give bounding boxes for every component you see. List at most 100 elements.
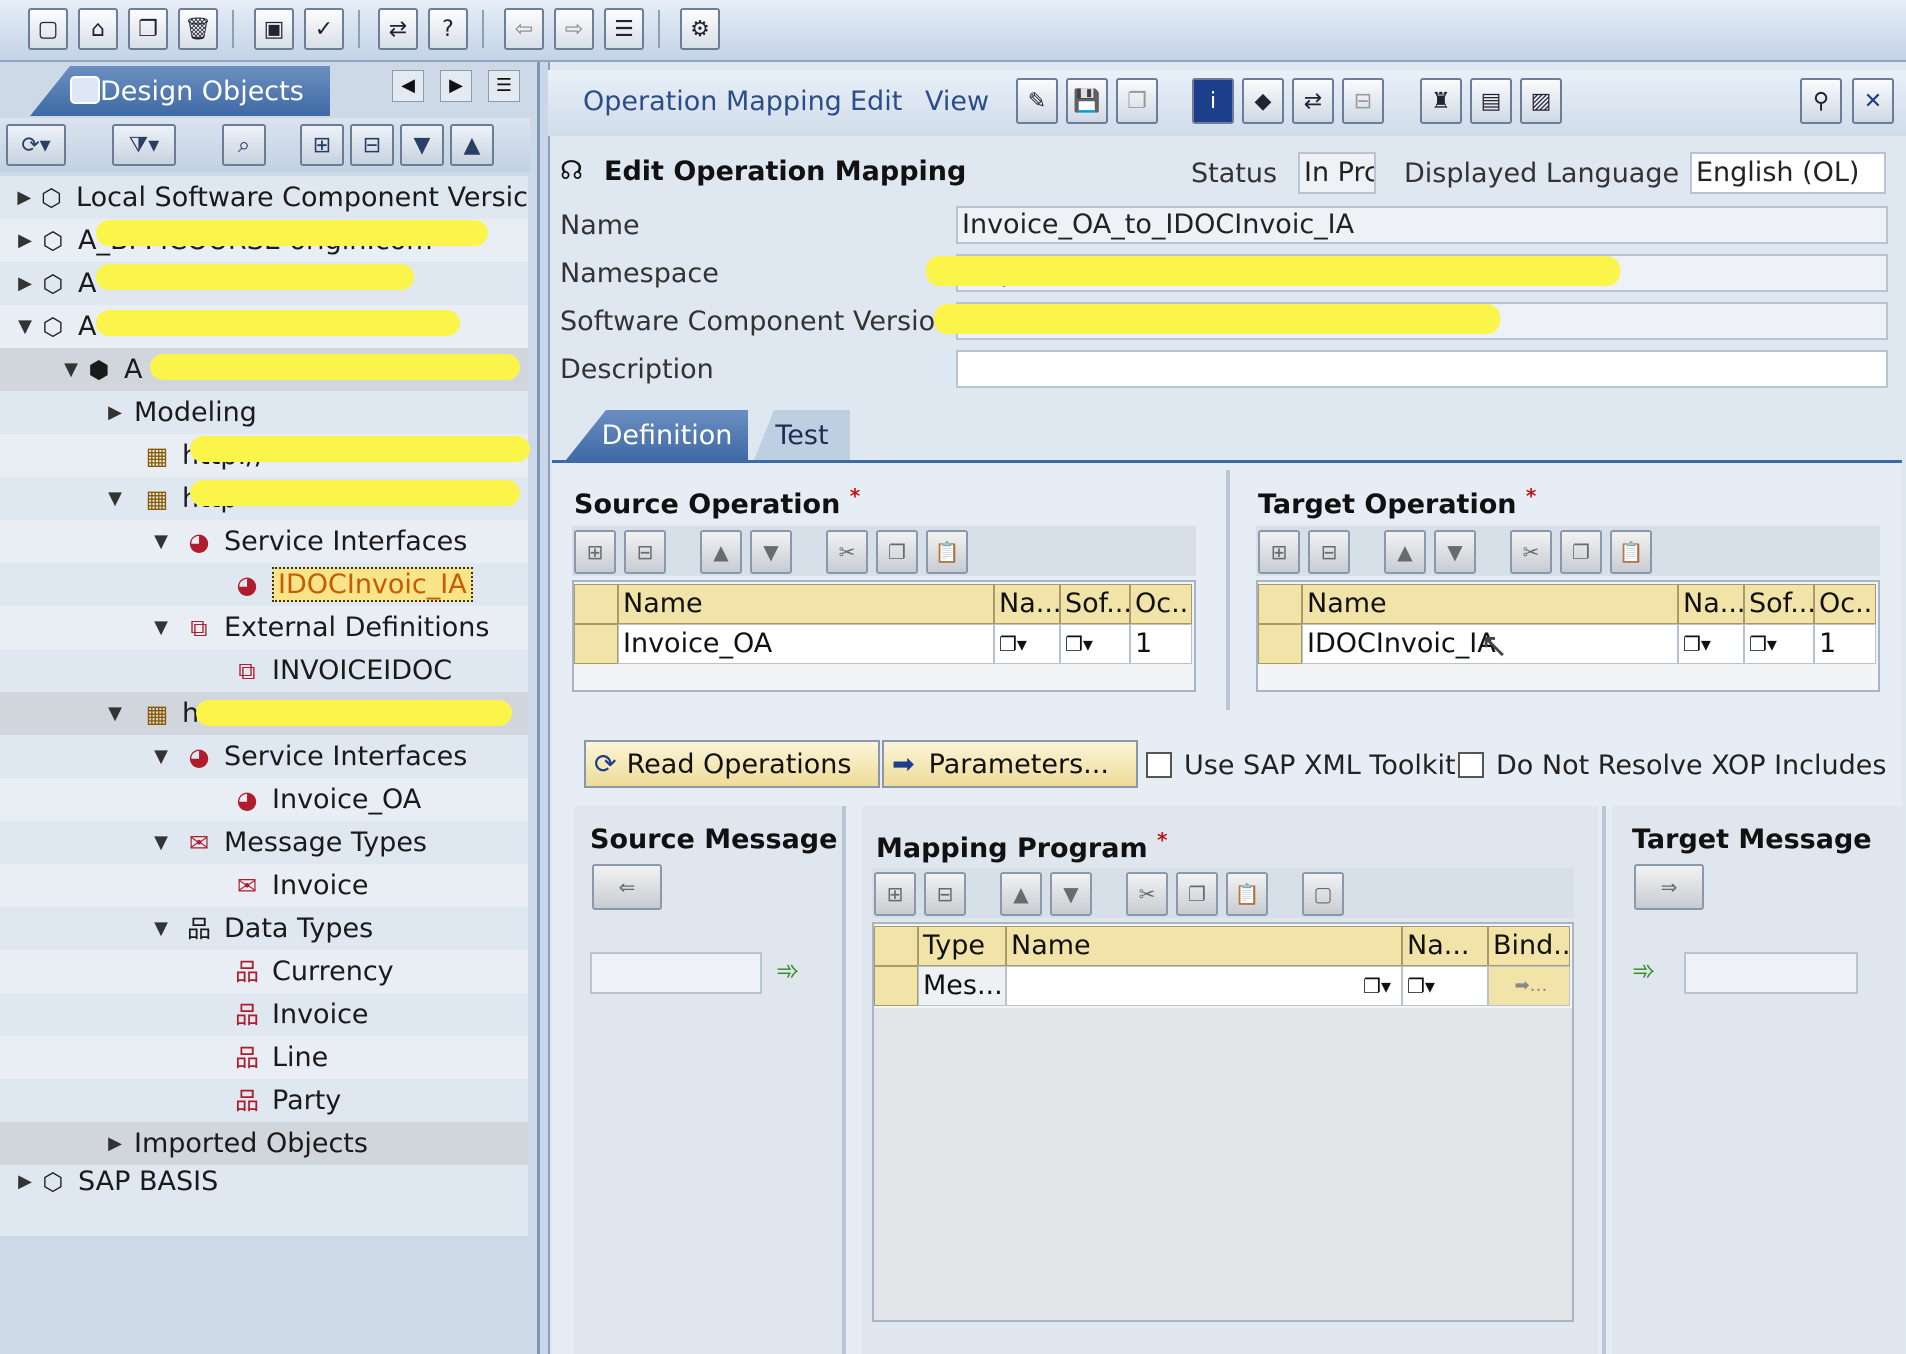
value-help-icon[interactable]: ❐▾ xyxy=(1006,966,1402,1006)
row-selector[interactable] xyxy=(1258,624,1302,664)
use-xml-toolkit-checkbox[interactable] xyxy=(1146,752,1172,778)
eraser-icon[interactable]: ◆ xyxy=(1242,78,1284,124)
where-used-icon[interactable]: ? xyxy=(428,8,468,50)
delete-row-icon[interactable]: ⊟ xyxy=(1308,530,1350,574)
insert-row-icon[interactable]: ⊞ xyxy=(574,530,616,574)
row-selector[interactable] xyxy=(574,624,618,664)
tree-item[interactable]: 品 Party xyxy=(0,1079,528,1122)
move-up-icon[interactable]: ▲ xyxy=(1384,530,1426,574)
column-header-binding[interactable]: Bind... xyxy=(1488,926,1570,966)
collapse-icon[interactable]: ⊟ xyxy=(350,124,394,166)
cut-icon[interactable]: ✂ xyxy=(826,530,868,574)
splitter[interactable] xyxy=(842,806,846,1354)
tree-item[interactable]: ▶ ⬡ Local Software Component Versic xyxy=(0,176,528,219)
tree-item[interactable]: 品 Invoice xyxy=(0,993,528,1036)
menu-operation-mapping[interactable]: Operation Mapping xyxy=(583,86,842,117)
target-message-field[interactable] xyxy=(1684,952,1858,994)
delete-row-icon[interactable]: ⊟ xyxy=(924,872,966,916)
table-cell-name[interactable]: Invoice_OA xyxy=(618,624,994,664)
list-icon[interactable]: ☰ xyxy=(604,8,644,50)
tree-item[interactable]: ◕ Invoice_OA xyxy=(0,778,528,821)
source-message-field[interactable] xyxy=(590,952,762,994)
navigate-icon[interactable]: ⇄ xyxy=(378,8,418,50)
splitter[interactable] xyxy=(1226,470,1230,710)
scroll-left-icon[interactable]: ◀ xyxy=(392,70,424,102)
insert-row-icon[interactable]: ⊞ xyxy=(874,872,916,916)
read-operations-button[interactable]: ⟳ Read Operations xyxy=(584,740,880,788)
column-header-name[interactable]: Name xyxy=(618,584,994,624)
delete-row-icon[interactable]: ⊟ xyxy=(624,530,666,574)
move-down-icon[interactable]: ▼ xyxy=(750,530,792,574)
info-icon[interactable]: i xyxy=(1192,78,1234,124)
table-icon[interactable]: ▤ xyxy=(1470,78,1512,124)
copy-icon[interactable]: ❐ xyxy=(128,8,168,50)
binding-button[interactable]: ➡… xyxy=(1488,966,1570,1006)
column-header-name[interactable]: Name xyxy=(1006,926,1402,966)
edit-pencil-icon[interactable]: ✎ xyxy=(1016,78,1058,124)
tree-item[interactable]: ▶ Imported Objects xyxy=(0,1122,528,1165)
copy-icon[interactable]: ❐ xyxy=(1560,530,1602,574)
check-icon[interactable]: ✓ xyxy=(304,8,344,50)
tree-item[interactable]: 品 Currency xyxy=(0,950,528,993)
source-message-select-button[interactable]: ⇐ xyxy=(592,864,662,910)
close-icon[interactable]: ✕ xyxy=(1852,78,1894,124)
tree-item[interactable]: ✉ Invoice xyxy=(0,864,528,907)
paste-icon[interactable]: 📋 xyxy=(1610,530,1652,574)
splitter[interactable] xyxy=(1602,806,1606,1354)
column-header-swcv[interactable]: Sof... xyxy=(1744,584,1814,624)
move-down-icon[interactable]: ▼ xyxy=(400,124,444,166)
new-document-icon[interactable]: ▢ xyxy=(1302,872,1344,916)
tree-item[interactable]: ▼ 品 Data Types xyxy=(0,907,528,950)
cut-icon[interactable]: ✂ xyxy=(1510,530,1552,574)
column-header-name[interactable]: Name xyxy=(1302,584,1678,624)
copy-icon[interactable]: ❐ xyxy=(1176,872,1218,916)
column-header-type[interactable]: Type xyxy=(918,926,1006,966)
paste-icon[interactable]: 📋 xyxy=(926,530,968,574)
find-icon[interactable]: ⌕ xyxy=(222,124,266,166)
table-cell-occurrence[interactable]: 1 xyxy=(1130,624,1192,664)
tree-item[interactable]: ▶ ⬡ SAP BASIS xyxy=(0,1160,528,1203)
copy-icon[interactable]: ❐ xyxy=(876,530,918,574)
menu-view[interactable]: View xyxy=(925,86,989,117)
filter-icon[interactable]: ⧩▾ xyxy=(112,124,176,166)
tab-list-icon[interactable]: ☰ xyxy=(488,70,520,102)
tree-item[interactable]: ▼ ⧉ External Definitions xyxy=(0,606,528,649)
document-icon[interactable]: ▨ xyxy=(1520,78,1562,124)
compare-icon[interactable]: ⊟ xyxy=(1342,78,1384,124)
move-down-icon[interactable]: ▼ xyxy=(1050,872,1092,916)
save-icon[interactable]: 💾 xyxy=(1066,78,1108,124)
parameters-button[interactable]: ➡ Parameters... xyxy=(882,740,1138,788)
column-header-namespace[interactable]: Na... xyxy=(1678,584,1744,624)
tree-item-selected[interactable]: ◕ IDOCInvoic_IA xyxy=(0,563,528,606)
value-help-icon[interactable]: ❐▾ xyxy=(1678,624,1744,664)
delete-icon[interactable]: 🗑 xyxy=(178,8,218,50)
tree-item[interactable]: ▼ ◕ Service Interfaces xyxy=(0,520,528,563)
tree-item[interactable]: ▼ ◕ Service Interfaces xyxy=(0,735,528,778)
open-icon[interactable]: ⌂ xyxy=(78,8,118,50)
move-up-icon[interactable]: ▲ xyxy=(700,530,742,574)
row-selector[interactable] xyxy=(874,966,918,1006)
scroll-right-icon[interactable]: ▶ xyxy=(440,70,472,102)
move-up-icon[interactable]: ▲ xyxy=(450,124,494,166)
cut-icon[interactable]: ✂ xyxy=(1126,872,1168,916)
value-help-icon[interactable]: ❐▾ xyxy=(994,624,1060,664)
language-select[interactable]: English (OL) xyxy=(1690,152,1886,194)
copy-icon[interactable]: ❐ xyxy=(1116,78,1158,124)
back-icon[interactable]: ⇦ xyxy=(504,8,544,50)
tree-item[interactable]: ⧉ INVOICEIDOC xyxy=(0,649,528,692)
value-help-icon[interactable]: ❐▾ xyxy=(1060,624,1130,664)
column-header-swcv[interactable]: Sof... xyxy=(1060,584,1130,624)
tree-item[interactable]: ▶ Modeling xyxy=(0,391,528,434)
tree-item[interactable]: ▼ ✉ Message Types xyxy=(0,821,528,864)
column-header-occurrence[interactable]: Oc... xyxy=(1814,584,1876,624)
pin-icon[interactable]: ⚲ xyxy=(1800,78,1842,124)
new-icon[interactable]: ▢ xyxy=(28,8,68,50)
insert-row-icon[interactable]: ⊞ xyxy=(1258,530,1300,574)
target-message-select-button[interactable]: ⇒ xyxy=(1634,864,1704,910)
value-help-icon[interactable]: ❐▾ xyxy=(1744,624,1814,664)
refresh-icon[interactable]: ⟳▾ xyxy=(6,124,66,166)
paste-icon[interactable]: 📋 xyxy=(1226,872,1268,916)
save-all-icon[interactable]: ▣ xyxy=(254,8,294,50)
menu-edit[interactable]: Edit xyxy=(850,86,902,117)
hierarchy-icon[interactable]: ⇄ xyxy=(1292,78,1334,124)
